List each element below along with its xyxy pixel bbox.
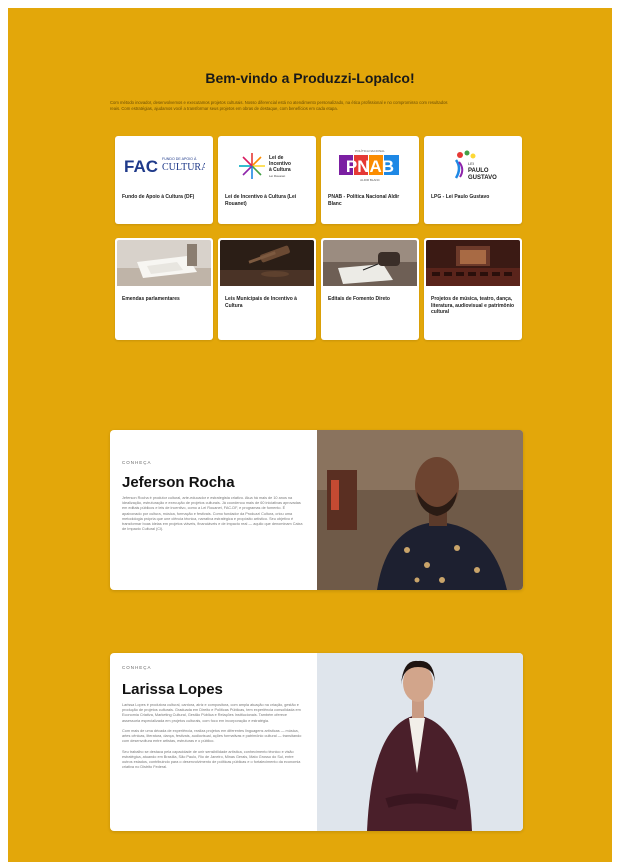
profile-kicker: CONHEÇA <box>122 460 152 465</box>
gavel-photo <box>220 240 314 286</box>
card-label: Projetos de música, teatro, dança, liter… <box>431 296 515 315</box>
card-label: Editais de Fomento Direto <box>328 296 390 302</box>
svg-text:à Cultura: à Cultura <box>269 167 291 173</box>
card-label: Leis Municipais de Incentivo à Cultura <box>225 296 297 309</box>
svg-text:CULTURA: CULTURA <box>162 162 205 173</box>
card-projetos-artisticos[interactable]: Projetos de música, teatro, dança, liter… <box>424 238 522 340</box>
rouanet-logo: Lei de Incentivo à Cultura Lei Rouanet <box>239 153 291 179</box>
profile-bio: Larissa Lopes é produtora cultural, cant… <box>122 703 302 770</box>
theater-photo <box>426 240 520 286</box>
card-pnab[interactable]: POLÍTICA NACIONAL PNAB ALDIR BLANC PNAB … <box>321 136 419 224</box>
svg-text:POLÍTICA NACIONAL: POLÍTICA NACIONAL <box>355 149 385 153</box>
svg-text:PAULO: PAULO <box>468 168 489 174</box>
card-lpg[interactable]: LEI PAULO GUSTAVO LPG - Lei Paulo Gustav… <box>424 136 522 224</box>
larissa-photo <box>317 653 523 831</box>
page-title: Bem-vindo a Produzzi-Lopalco! <box>205 70 415 86</box>
paperwork-photo <box>117 240 211 286</box>
profile-card-larissa: CONHEÇA Larissa Lopes Larissa Lopes é pr… <box>110 653 523 831</box>
svg-text:FAC: FAC <box>124 157 158 176</box>
profile-name: Larissa Lopes <box>122 681 223 698</box>
card-emendas[interactable]: Emendas parlamentares <box>115 238 213 340</box>
profile-bio: Jeferson Rocha é produtor cultural, arte… <box>122 496 303 532</box>
profile-kicker: CONHEÇA <box>122 665 152 670</box>
pnab-logo: POLÍTICA NACIONAL PNAB ALDIR BLANC <box>339 149 399 182</box>
svg-text:FUNDO DE APOIO À: FUNDO DE APOIO À <box>162 157 197 161</box>
card-editais[interactable]: Editais de Fomento Direto <box>321 238 419 340</box>
card-label: PNAB - Política Nacional Aldir Blanc <box>328 194 400 207</box>
jeferson-photo <box>317 430 523 590</box>
svg-text:PNAB: PNAB <box>346 157 394 176</box>
svg-text:Lei Rouanet: Lei Rouanet <box>269 174 285 178</box>
card-label: Lei de Incentivo à Cultura (Lei Rouanet) <box>225 194 297 207</box>
profile-card-jeferson: CONHEÇA Jeferson Rocha Jeferson Rocha é … <box>110 430 523 590</box>
lpg-logo: LEI PAULO GUSTAVO <box>454 150 497 181</box>
svg-text:LEI: LEI <box>468 161 474 166</box>
svg-text:ALDIR BLANC: ALDIR BLANC <box>360 178 381 182</box>
card-leis-municipais[interactable]: Leis Municipais de Incentivo à Cultura <box>218 238 316 340</box>
intro-text: Com método inovador, desenvolvemos e exe… <box>110 100 448 111</box>
profile-name: Jeferson Rocha <box>122 474 235 491</box>
card-label: Emendas parlamentares <box>122 296 180 302</box>
page-background: Bem-vindo a Produzzi-Lopalco! Com método… <box>8 8 612 862</box>
fac-logo: FAC FUNDO DE APOIO À CULTURA <box>124 157 205 176</box>
signing-photo <box>323 240 417 286</box>
card-fac[interactable]: FAC FUNDO DE APOIO À CULTURA Fundo de Ap… <box>115 136 213 224</box>
card-rouanet[interactable]: Lei de Incentivo à Cultura Lei Rouanet L… <box>218 136 316 224</box>
card-label: LPG - Lei Paulo Gustavo <box>431 194 490 200</box>
svg-text:GUSTAVO: GUSTAVO <box>468 175 497 181</box>
card-label: Fundo de Apoio à Cultura (DF) <box>122 194 195 200</box>
